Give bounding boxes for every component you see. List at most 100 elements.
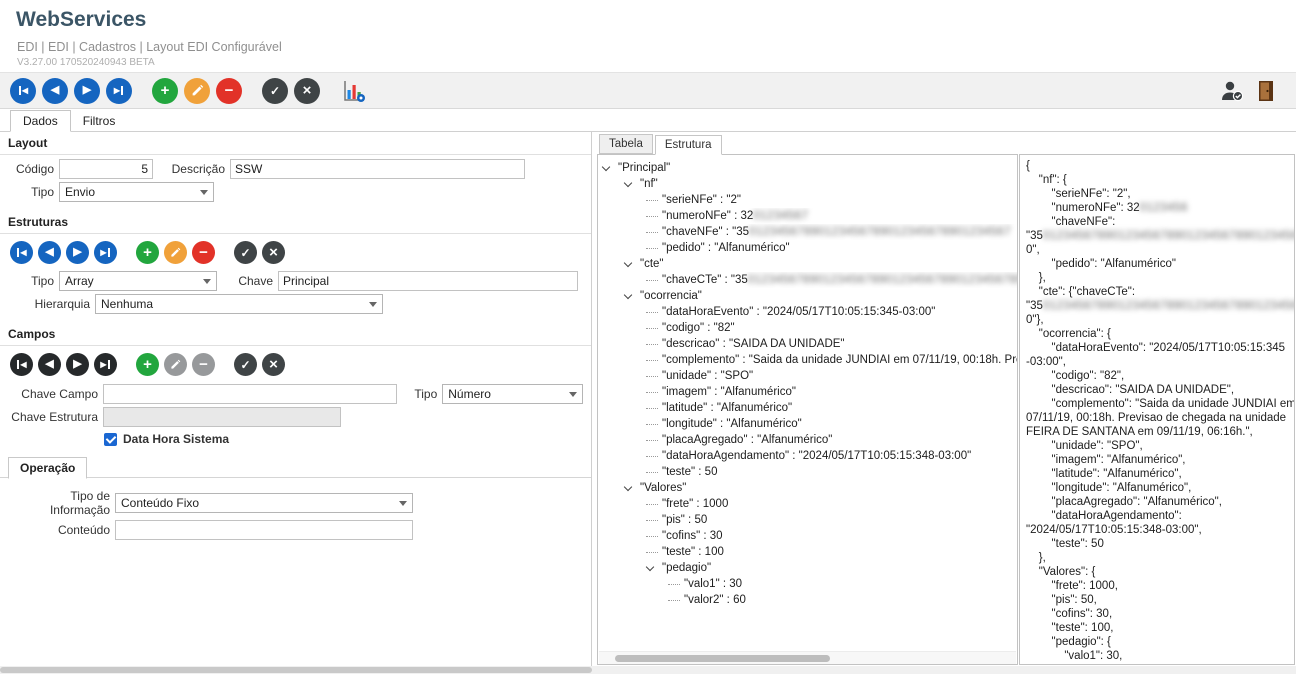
tree-leaf[interactable]: "dataHoraEvento" : "2024/05/17T10:05:15:… <box>598 304 1017 320</box>
user-icon <box>1222 81 1244 101</box>
tipo-informacao-select[interactable]: Conteúdo Fixo <box>115 493 413 513</box>
campos-nav-last-button[interactable]: ▶ <box>94 353 117 376</box>
estruturas-nav-prev-button[interactable]: ◀ <box>38 241 61 264</box>
conteudo-input[interactable] <box>115 520 413 540</box>
tree-leaf[interactable]: "placaAgregado" : "Alfanumérico" <box>598 432 1017 448</box>
x-icon: × <box>269 244 278 261</box>
nav-prev-button[interactable]: ◀ <box>42 77 68 104</box>
json-line: "ocorrencia": { <box>1026 328 1111 340</box>
tree-connector-line <box>646 391 658 393</box>
tree-node[interactable]: "Principal" <box>598 160 1017 176</box>
tipo-campo-select[interactable]: Número <box>442 384 583 404</box>
tree-leaf[interactable]: "valo1" : 30 <box>598 576 1017 592</box>
nav-first-button[interactable]: ◀ <box>10 77 36 104</box>
estruturas-cancel-button[interactable]: × <box>262 241 285 264</box>
tree-connector-line <box>646 407 658 409</box>
tipo-layout-select[interactable]: Envio <box>59 182 214 202</box>
campos-nav-prev-button[interactable]: ◀ <box>38 353 61 376</box>
json-line: "latitude": "Alfanumérico", <box>1026 468 1182 480</box>
estruturas-edit-button[interactable] <box>164 241 187 264</box>
tree-leaf[interactable]: "longitude" : "Alfanumérico" <box>598 416 1017 432</box>
tree-node[interactable]: "ocorrencia" <box>598 288 1017 304</box>
chevron-down-icon[interactable] <box>623 258 633 267</box>
codigo-input[interactable] <box>59 159 153 179</box>
chevron-down-icon[interactable] <box>623 482 633 491</box>
tree-leaf[interactable]: "chaveNFe" : "35 012345678901234567890123… <box>598 224 1017 240</box>
tree-leaf[interactable]: "pis" : 50 <box>598 512 1017 528</box>
campos-cancel-button[interactable]: × <box>262 353 285 376</box>
conteudo-label: Conteúdo <box>57 523 110 537</box>
tab-dados[interactable]: Dados <box>10 110 71 132</box>
tree-leaf[interactable]: "teste" : 50 <box>598 464 1017 480</box>
tab-tabela[interactable]: Tabela <box>599 134 653 154</box>
chevron-down-icon[interactable] <box>623 178 633 187</box>
tree-leaf[interactable]: "imagem" : "Alfanumérico" <box>598 384 1017 400</box>
tree-leaf[interactable]: "descricao" : "SAIDA DA UNIDADE" <box>598 336 1017 352</box>
tree-node[interactable]: "cte" <box>598 256 1017 272</box>
tree-leaf[interactable]: "teste" : 100 <box>598 544 1017 560</box>
tree-leaf[interactable]: "pedido" : "Alfanumérico" <box>598 240 1017 256</box>
hierarquia-select[interactable]: Nenhuma <box>95 294 383 314</box>
tree-node[interactable]: "pedagio" <box>598 560 1017 576</box>
add-button[interactable]: + <box>152 77 178 104</box>
descricao-input[interactable] <box>230 159 525 179</box>
tree-connector-line <box>646 215 658 217</box>
tree-leaf[interactable]: "valor2" : 60 <box>598 592 1017 608</box>
tree-leaf[interactable]: "complemento" : "Saida da unidade JUNDIA… <box>598 352 1017 368</box>
edit-button[interactable] <box>184 77 210 104</box>
chart-button[interactable] <box>340 77 368 105</box>
scrollbar-thumb[interactable] <box>0 667 592 673</box>
tree-leaf[interactable]: "frete" : 1000 <box>598 496 1017 512</box>
nav-last-button[interactable]: ▶ <box>106 77 132 104</box>
left-panel: Layout Código Descrição Tipo Envio Estru… <box>0 132 592 666</box>
exit-button[interactable] <box>1254 77 1278 105</box>
user-permissions-button[interactable] <box>1218 78 1246 104</box>
tree-leaf[interactable]: "numeroNFe" : 32 01234567 <box>598 208 1017 224</box>
scrollbar-thumb[interactable] <box>615 655 830 662</box>
json-line: "imagem": "Alfanumérico", <box>1026 454 1186 466</box>
estruturas-delete-button[interactable]: − <box>192 241 215 264</box>
tree-leaf[interactable]: "codigo" : "82" <box>598 320 1017 336</box>
campos-nav-next-button[interactable]: ▶ <box>66 353 89 376</box>
campos-delete-button-disabled[interactable]: − <box>192 353 215 376</box>
estruturas-nav-next-button[interactable]: ▶ <box>66 241 89 264</box>
tree-leaf[interactable]: "serieNFe" : "2" <box>598 192 1017 208</box>
estruturas-nav-last-button[interactable]: ▶ <box>94 241 117 264</box>
chave-label: Chave <box>238 274 273 288</box>
campos-confirm-button[interactable]: ✓ <box>234 353 257 376</box>
chevron-down-icon[interactable] <box>623 290 633 299</box>
tree-leaf[interactable]: "unidade" : "SPO" <box>598 368 1017 384</box>
estruturas-nav-first-button[interactable]: ◀ <box>10 241 33 264</box>
json-line: "valo1": 30, <box>1026 650 1123 662</box>
tree-node[interactable]: "Valores" <box>598 480 1017 496</box>
json-line: "cte": {"chaveCTe": <box>1026 286 1136 298</box>
page-horizontal-scrollbar[interactable] <box>0 666 1296 674</box>
tree-leaf[interactable]: "dataHoraAgendamento" : "2024/05/17T10:0… <box>598 448 1017 464</box>
chevron-down-icon[interactable] <box>601 162 611 171</box>
tree-leaf[interactable]: "chaveCTe" : "35 012345678901234567890123… <box>598 272 1017 288</box>
campos-nav-first-button[interactable]: ◀ <box>10 353 33 376</box>
confirm-button[interactable]: ✓ <box>262 77 288 104</box>
estruturas-confirm-button[interactable]: ✓ <box>234 241 257 264</box>
tab-filtros[interactable]: Filtros <box>71 111 128 131</box>
nav-next-button[interactable]: ▶ <box>74 77 100 104</box>
tab-estrutura[interactable]: Estrutura <box>654 135 722 155</box>
check-icon: ✓ <box>240 357 251 372</box>
cancel-button[interactable]: × <box>294 77 320 104</box>
chevron-down-icon[interactable] <box>645 562 655 571</box>
delete-button[interactable]: − <box>216 77 242 104</box>
campos-add-button[interactable]: + <box>136 353 159 376</box>
campos-edit-button-disabled[interactable] <box>164 353 187 376</box>
tree-horizontal-scrollbar[interactable] <box>599 651 1016 664</box>
data-hora-sistema-checkbox[interactable] <box>104 432 117 446</box>
chave-input[interactable] <box>278 271 578 291</box>
tree-leaf[interactable]: "cofins" : 30 <box>598 528 1017 544</box>
chave-campo-input[interactable] <box>103 384 398 404</box>
tree-node[interactable]: "nf" <box>598 176 1017 192</box>
tab-operacao[interactable]: Operação <box>8 457 88 479</box>
chevron-down-icon <box>200 189 208 195</box>
skip-bar-icon <box>107 248 110 257</box>
estruturas-add-button[interactable]: + <box>136 241 159 264</box>
tree-leaf[interactable]: "latitude" : "Alfanumérico" <box>598 400 1017 416</box>
tipo-estrutura-select[interactable]: Array <box>59 271 217 291</box>
